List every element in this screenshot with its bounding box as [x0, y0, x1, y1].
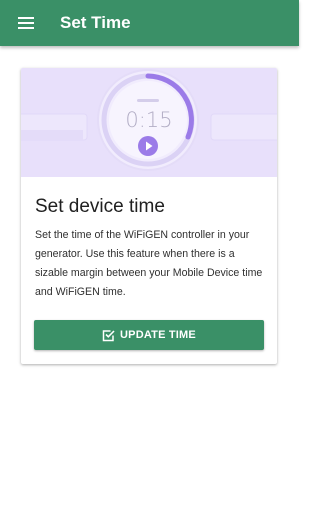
app-bar: Set Time [0, 0, 299, 46]
play-icon [138, 136, 158, 156]
check-box-icon [102, 329, 120, 342]
stopwatch-illustration: 0:15 [21, 68, 277, 177]
menu-button[interactable] [0, 0, 52, 46]
card-title: Set device time [35, 196, 165, 217]
set-time-card: 0:15 Set device time Set the time of the… [21, 68, 277, 364]
page-title: Set Time [60, 13, 131, 32]
update-time-label: UPDATE TIME [120, 329, 196, 341]
menu-icon [18, 17, 34, 29]
time-display: 0:15 [125, 108, 173, 132]
card-description: Set the time of the WiFiGEN controller i… [35, 229, 263, 298]
update-time-button[interactable]: UPDATE TIME [34, 320, 264, 350]
